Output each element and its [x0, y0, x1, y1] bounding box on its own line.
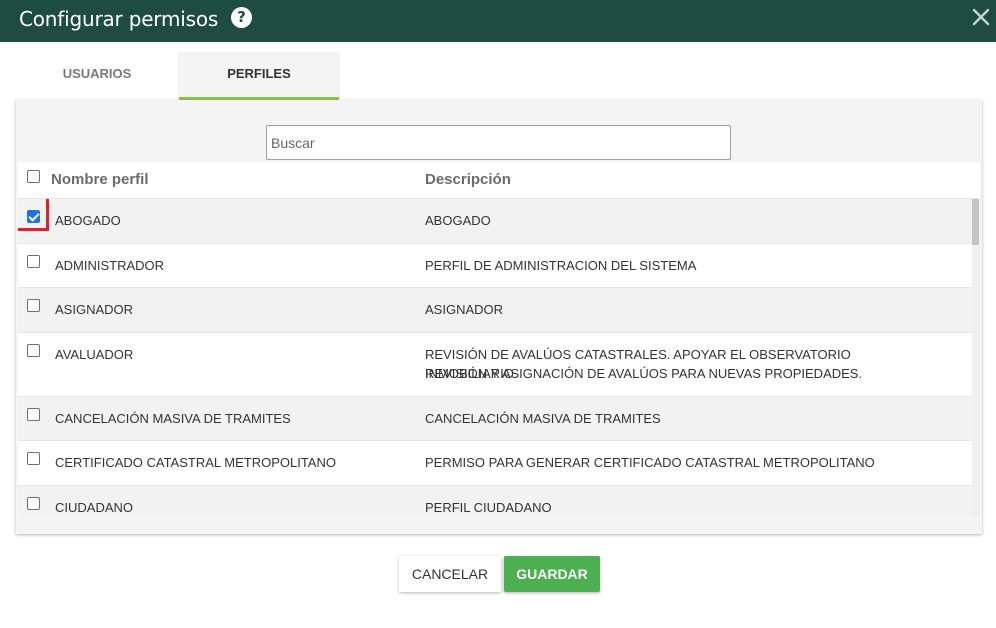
table-row[interactable]: CANCELACIÓN MASIVA DE TRAMITES CANCELACI… [18, 397, 972, 441]
profile-name: ABOGADO [55, 213, 121, 228]
search-input[interactable] [266, 125, 731, 160]
table-row[interactable]: CIUDADANO PERFIL CIUDADANO [18, 486, 972, 517]
row-checkbox[interactable] [27, 452, 40, 465]
profile-description: PERFIL CIUDADANO [425, 500, 552, 515]
row-checkbox[interactable] [27, 299, 40, 312]
profiles-panel: Nombre perfil Descripción ABOGADO ABOGAD… [16, 100, 982, 534]
dialog-header: Configurar permisos ? [0, 0, 996, 42]
profile-name: AVALUADOR [55, 347, 134, 362]
table-row[interactable]: ADMINISTRADOR PERFIL DE ADMINISTRACION D… [18, 244, 972, 288]
profile-name: CANCELACIÓN MASIVA DE TRAMITES [55, 411, 291, 426]
tab-bar: USUARIOS PERFILES [16, 53, 984, 101]
profile-description-line-2: REVISIÓN Y ASIGNACIÓN DE AVALÚOS PARA NU… [425, 366, 863, 381]
table-row[interactable]: CERTIFICADO CATASTRAL METROPOLITANO PERM… [18, 441, 972, 486]
profile-name: ASIGNADOR [55, 302, 134, 317]
profile-name: CERTIFICADO CATASTRAL METROPOLITANO [55, 455, 336, 470]
row-checkbox[interactable] [27, 497, 40, 510]
tab-usuarios[interactable]: USUARIOS [16, 53, 178, 100]
table-header: Nombre perfil Descripción [18, 162, 980, 199]
row-checkbox[interactable] [27, 408, 40, 421]
question-circle-icon[interactable]: ? [231, 7, 252, 28]
profile-description: CANCELACIÓN MASIVA DE TRAMITES [425, 411, 661, 426]
cancel-button[interactable]: CANCELAR [399, 556, 501, 592]
column-header-description: Descripción [425, 171, 511, 188]
table-row[interactable]: ABOGADO ABOGADO [18, 199, 972, 244]
close-icon[interactable] [971, 7, 991, 27]
table-row[interactable]: ASIGNADOR ASIGNADOR [18, 288, 972, 333]
profile-description: PERMISO PARA GENERAR CERTIFICADO CATASTR… [425, 455, 875, 470]
profile-description: ABOGADO [425, 213, 491, 228]
scrollbar-thumb[interactable] [972, 199, 979, 245]
select-all-checkbox[interactable] [27, 170, 40, 183]
profile-description: PERFIL DE ADMINISTRACION DEL SISTEMA [425, 258, 697, 273]
row-checkbox[interactable] [27, 344, 40, 357]
profile-name: CIUDADANO [55, 500, 134, 515]
table-body[interactable]: ABOGADO ABOGADO ADMINISTRADOR PERFIL DE … [18, 199, 972, 517]
profile-description: ASIGNADOR [425, 302, 504, 317]
profile-name: ADMINISTRADOR [55, 258, 165, 273]
table-scrollbar[interactable] [972, 199, 980, 517]
row-checkbox[interactable] [27, 255, 40, 268]
column-header-name: Nombre perfil [51, 171, 149, 188]
dialog-title: Configurar permisos [19, 7, 219, 31]
save-button[interactable]: GUARDAR [504, 556, 600, 592]
table-row[interactable]: AVALUADOR REVISIÓN DE AVALÚOS CATASTRALE… [18, 333, 972, 397]
tab-perfiles[interactable]: PERFILES [179, 53, 339, 100]
row-checkbox[interactable] [27, 210, 40, 223]
